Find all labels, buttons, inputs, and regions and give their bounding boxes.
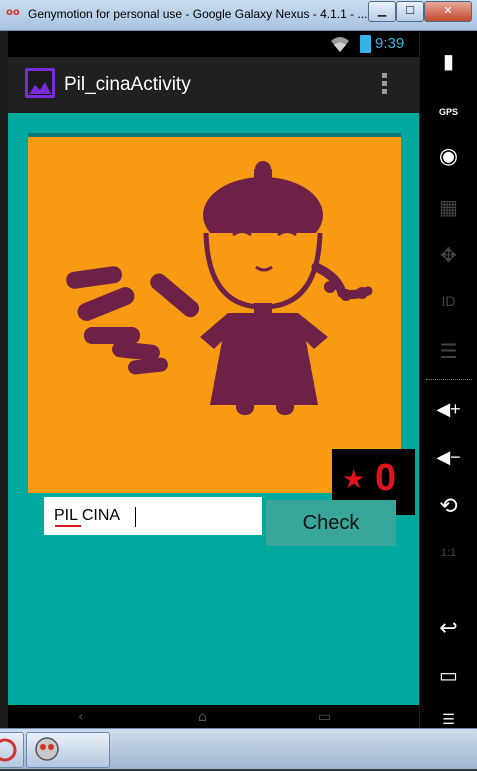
android-nav-bar: ‹ ⌂ ▭ (8, 705, 419, 728)
pixel-scale-icon[interactable]: 1:1 (420, 547, 477, 559)
battery-widget-icon[interactable]: ▮ (420, 49, 477, 74)
star-icon: ★ (342, 465, 366, 495)
nav-recent-icon[interactable]: ▭ (318, 709, 331, 725)
check-button[interactable]: Check (266, 500, 396, 546)
app-logo-icon[interactable] (25, 68, 55, 98)
score-value: 0 (375, 457, 397, 499)
gps-icon[interactable]: GPS (420, 107, 477, 117)
answer-input[interactable] (44, 497, 262, 535)
window-titlebar: oo Genymotion for personal use - Google … (0, 0, 477, 31)
status-time: 9:39 (375, 35, 405, 52)
panel-divider (426, 379, 472, 380)
back-icon[interactable]: ↩ (420, 615, 477, 641)
android-screen: 9:39 Pil_cinaActivity ★ 0 PIL CINA Check (8, 31, 419, 705)
chinese-person-with-pills-image (66, 161, 373, 415)
battery-icon (360, 35, 371, 53)
close-button[interactable]: ✕ (424, 1, 472, 22)
nav-back-icon[interactable]: ‹ (78, 709, 84, 725)
volume-down-icon[interactable]: ◀− (420, 447, 477, 468)
taskbar-app-icon[interactable] (0, 732, 24, 768)
recent-apps-icon[interactable]: ▭ (420, 663, 477, 688)
nav-home-icon[interactable]: ⌂ (198, 709, 207, 725)
volume-up-icon[interactable]: ◀+ (420, 399, 477, 420)
dpad-icon[interactable]: ✥ (420, 243, 477, 268)
spellcheck-underline (55, 525, 81, 527)
taskbar-genymotion-icon[interactable] (26, 732, 110, 768)
wifi-icon (331, 37, 349, 52)
genymotion-icon: oo (6, 7, 20, 18)
quiz-image: ★ 0 (28, 133, 415, 515)
action-bar: Pil_cinaActivity (8, 57, 419, 113)
device-id-icon[interactable]: ID (420, 293, 477, 309)
menu-icon[interactable]: ☰ (420, 711, 477, 728)
video-capture-icon[interactable]: ▦ (420, 195, 477, 220)
text-caret (135, 507, 136, 527)
windows-taskbar (0, 728, 477, 769)
minimize-button[interactable]: ▁ (368, 1, 396, 22)
webcam-icon[interactable]: ◉ (420, 143, 477, 169)
activity-title: Pil_cinaActivity (64, 74, 191, 95)
window-title: Genymotion for personal use - Google Gal… (28, 7, 368, 21)
maximize-button[interactable]: ☐ (396, 1, 424, 22)
status-bar: 9:39 (8, 31, 419, 57)
main-content: ★ 0 Check (8, 113, 419, 705)
rotate-icon[interactable]: ⟲ (420, 493, 477, 519)
overflow-menu-icon[interactable] (380, 73, 390, 97)
emulator-control-panel: ▮ GPS ◉ ▦ ✥ ID ☰ ◀+ ◀− ⟲ 1:1 ↩ ▭ ☰ (420, 31, 477, 728)
network-icon[interactable]: ☰ (420, 339, 477, 364)
